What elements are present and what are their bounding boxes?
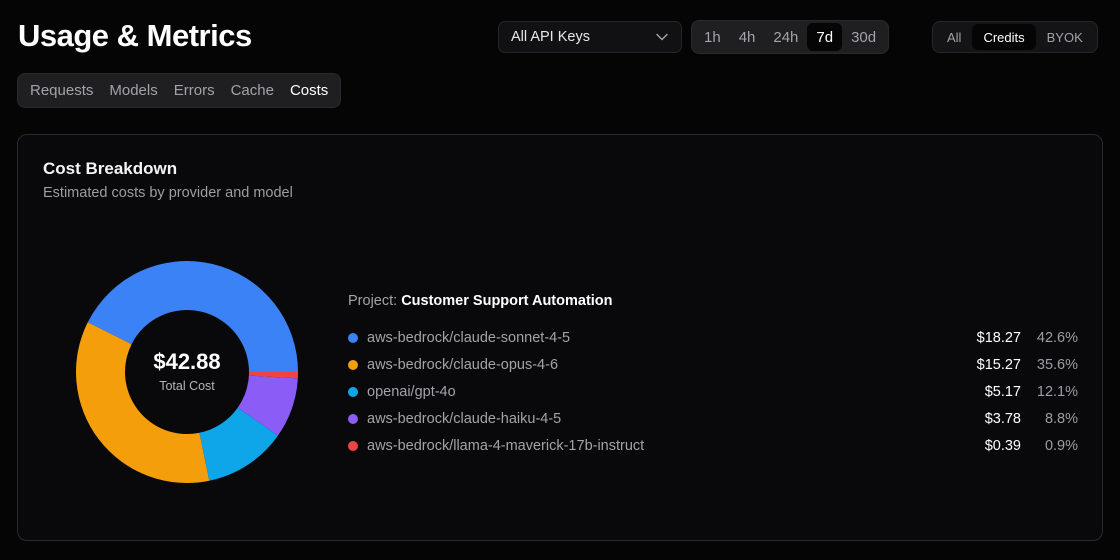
legend-dot	[348, 359, 358, 370]
legend-percent: 8.8%	[1044, 410, 1078, 427]
legend-row[interactable]: aws-bedrock/claude-haiku-4-5 $3.78 8.8%	[348, 405, 1078, 432]
time-range-7d[interactable]: 7d	[807, 23, 843, 51]
chevron-down-icon	[655, 30, 669, 44]
legend-cost: $5.17	[984, 383, 1021, 400]
legend-cost: $0.39	[984, 437, 1021, 454]
legend-row[interactable]: aws-bedrock/claude-opus-4-6 $15.27 35.6%	[348, 351, 1078, 378]
time-range-1h[interactable]: 1h	[695, 23, 730, 51]
project-name: Customer Support Automation	[401, 293, 613, 309]
api-key-select[interactable]: All API Keys	[498, 21, 682, 53]
time-range-selector: 1h 4h 24h 7d 30d	[691, 20, 890, 54]
tab-errors[interactable]: Errors	[166, 77, 223, 104]
legend-percent: 12.1%	[1036, 383, 1078, 400]
donut-center: $42.88 Total Cost	[75, 260, 299, 484]
time-range-24h[interactable]: 24h	[764, 23, 807, 51]
cost-donut-chart: $42.88 Total Cost	[75, 260, 299, 484]
source-all[interactable]: All	[936, 24, 972, 50]
legend-model-name: aws-bedrock/llama-4-maverick-17b-instruc…	[367, 437, 645, 454]
source-byok[interactable]: BYOK	[1036, 24, 1094, 50]
legend-row[interactable]: aws-bedrock/claude-sonnet-4-5 $18.27 42.…	[348, 324, 1078, 351]
legend-percent: 42.6%	[1036, 329, 1078, 346]
legend-dot	[348, 386, 358, 397]
legend-row[interactable]: aws-bedrock/llama-4-maverick-17b-instruc…	[348, 432, 1078, 459]
card-title: Cost Breakdown	[43, 159, 178, 178]
card-subtitle: Estimated costs by provider and model	[43, 185, 293, 201]
tab-requests[interactable]: Requests	[22, 77, 101, 104]
api-key-select-value: All API Keys	[511, 29, 590, 45]
usage-metrics-page: Usage & Metrics All API Keys 1h 4h 24h 7…	[0, 0, 1120, 560]
tab-costs[interactable]: Costs	[282, 77, 336, 104]
tab-models[interactable]: Models	[101, 77, 165, 104]
time-range-30d[interactable]: 30d	[842, 23, 885, 51]
time-range-4h[interactable]: 4h	[730, 23, 765, 51]
metrics-tabs: Requests Models Errors Cache Costs	[17, 73, 342, 108]
project-key: Project:	[348, 293, 398, 309]
legend-cost: $15.27	[976, 356, 1021, 373]
legend-dot	[348, 440, 358, 451]
page-title: Usage & Metrics	[18, 18, 252, 53]
tab-cache[interactable]: Cache	[223, 77, 282, 104]
legend-model-name: aws-bedrock/claude-sonnet-4-5	[367, 329, 571, 346]
legend-model-name: aws-bedrock/claude-opus-4-6	[367, 356, 559, 373]
legend-row[interactable]: openai/gpt-4o $5.17 12.1%	[348, 378, 1078, 405]
total-cost-label: Total Cost	[159, 379, 215, 393]
project-label: Project: Customer Support Automation	[348, 293, 613, 309]
legend-percent: 35.6%	[1036, 356, 1078, 373]
legend-model-name: aws-bedrock/claude-haiku-4-5	[367, 410, 562, 427]
legend-percent: 0.9%	[1044, 437, 1078, 454]
total-cost-value: $42.88	[153, 349, 221, 374]
cost-breakdown-card: Cost Breakdown Estimated costs by provid…	[17, 134, 1103, 541]
cost-legend: aws-bedrock/claude-sonnet-4-5 $18.27 42.…	[348, 324, 1078, 459]
source-filter: All Credits BYOK	[932, 21, 1098, 53]
legend-cost: $3.78	[984, 410, 1021, 427]
source-credits[interactable]: Credits	[972, 24, 1036, 50]
legend-model-name: openai/gpt-4o	[367, 383, 456, 400]
legend-dot	[348, 413, 358, 424]
legend-dot	[348, 332, 358, 343]
legend-cost: $18.27	[976, 329, 1021, 346]
